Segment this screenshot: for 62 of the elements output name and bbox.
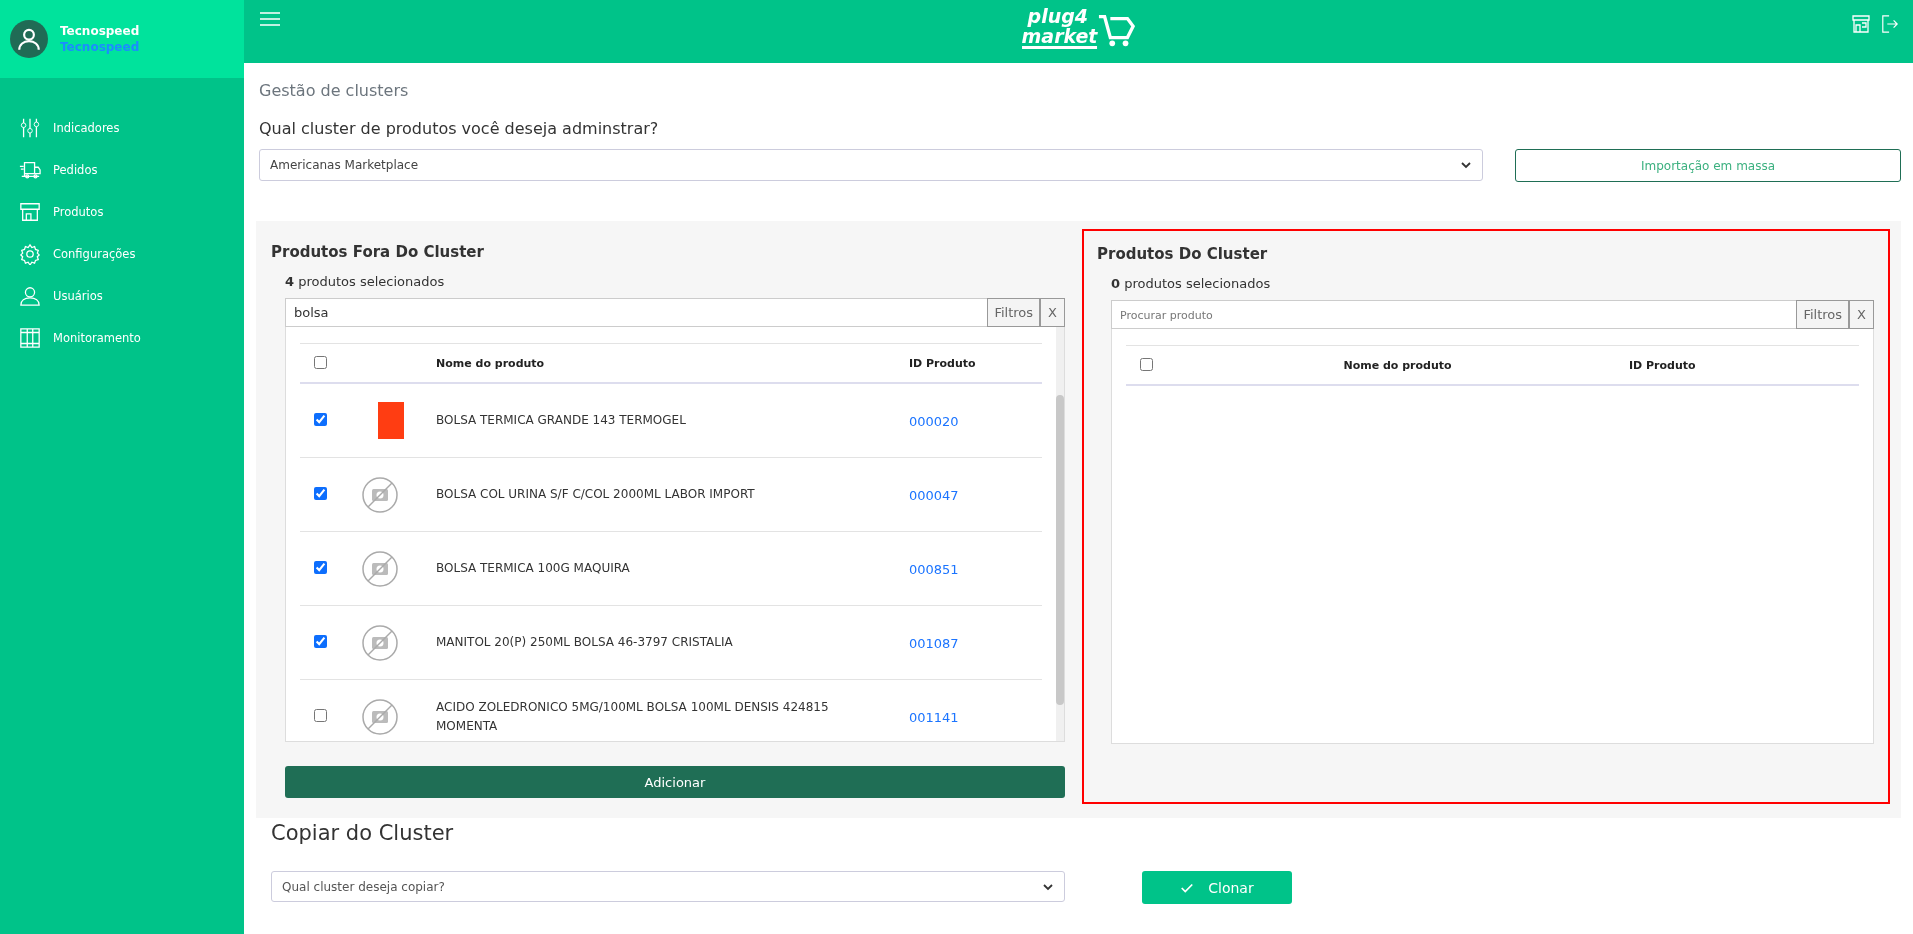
copy-select[interactable]: Qual cluster deseja copiar? <box>271 871 1065 902</box>
sidebar-item[interactable]: Pedidos <box>0 149 244 191</box>
cluster-select[interactable]: Americanas Marketplace <box>259 149 1483 181</box>
clear-button[interactable]: X <box>1040 298 1065 327</box>
page-title: Gestão de clusters <box>258 80 410 101</box>
store-icon <box>19 201 41 223</box>
user-name: Tecnospeed <box>60 23 140 39</box>
product-id-link[interactable]: 001141 <box>909 710 959 725</box>
section-title: Copiar do Cluster <box>270 821 455 847</box>
checkbox[interactable] <box>314 413 327 426</box>
filter-button[interactable]: Filtros <box>987 298 1041 327</box>
gear-icon <box>19 243 41 265</box>
sidebar-item[interactable]: Produtos <box>0 191 244 233</box>
no-image-icon <box>360 696 400 737</box>
search-field[interactable]: bolsa <box>285 298 988 327</box>
checkbox[interactable] <box>1140 357 1153 371</box>
column-header: ID Produto <box>1629 358 1697 372</box>
logo-text: market <box>1021 26 1098 46</box>
search-field[interactable]: Procurar produto <box>1111 300 1797 329</box>
sidebar-item[interactable]: Configurações <box>0 233 244 275</box>
sidebar-item[interactable]: Usuários <box>0 275 244 317</box>
checkbox[interactable] <box>314 709 327 722</box>
selection-count: 4 produtos selecionados <box>284 274 446 290</box>
product-name: ACIDO ZOLEDRONICO 5MG/100ML BOLSA 100ML DENSIS 424815 MOMENTA <box>436 698 830 735</box>
user-icon <box>16 26 42 52</box>
product-name: BOLSA TERMICA GRANDE 143 TERMOGEL <box>436 412 687 429</box>
selection-count: 0 produtos selecionados <box>1110 276 1272 292</box>
product-name: BOLSA TERMICA 100G MAQUIRA <box>436 560 631 577</box>
no-image-icon <box>360 548 400 589</box>
clear-button[interactable]: X <box>1849 300 1874 329</box>
product-id-link[interactable]: 001087 <box>909 636 959 651</box>
column-header: Nome do produto <box>1342 358 1453 372</box>
product-id-link[interactable]: 000020 <box>909 414 959 429</box>
column-header: ID Produto <box>909 356 977 370</box>
clone-button[interactable]: Clonar <box>1142 871 1292 904</box>
checkbox[interactable] <box>314 635 327 648</box>
panel-title: Produtos Do Cluster <box>1097 245 1269 265</box>
photo-placeholder <box>378 402 404 439</box>
sidebar-item[interactable]: Monitoramento <box>0 317 244 359</box>
filter-button[interactable]: Filtros <box>1796 300 1850 329</box>
user-icon <box>19 285 41 307</box>
company-name: Tecnospeed <box>60 39 140 55</box>
product-id-link[interactable]: 000851 <box>909 562 959 577</box>
import-button[interactable]: Importação em massa <box>1515 149 1901 182</box>
product-name: BOLSA COL URINA S/F C/COL 2000ML LABOR IMPORT <box>436 486 756 503</box>
caret-icon <box>1460 159 1472 171</box>
columns-icon <box>19 327 41 349</box>
product-id-link[interactable]: 000047 <box>909 488 959 503</box>
no-image-icon <box>360 622 400 663</box>
no-image-icon <box>360 474 400 515</box>
checkbox[interactable] <box>314 487 327 500</box>
sliders-icon <box>19 117 41 139</box>
checkbox[interactable] <box>314 561 327 574</box>
column-header: Nome do produto <box>436 356 546 370</box>
add-button[interactable]: Adicionar <box>285 766 1065 798</box>
scrollbar[interactable] <box>1056 327 1064 741</box>
product-name: MANITOL 20(P) 250ML BOLSA 46-3797 CRISTALIA <box>436 634 734 651</box>
question-label: Qual cluster de produtos você deseja adminstrar? <box>258 118 660 140</box>
panel-title: Produtos Fora Do Cluster <box>271 243 485 263</box>
truck-icon <box>19 159 41 181</box>
sidebar-item[interactable]: Indicadores <box>0 107 244 149</box>
checkbox[interactable] <box>314 355 327 369</box>
